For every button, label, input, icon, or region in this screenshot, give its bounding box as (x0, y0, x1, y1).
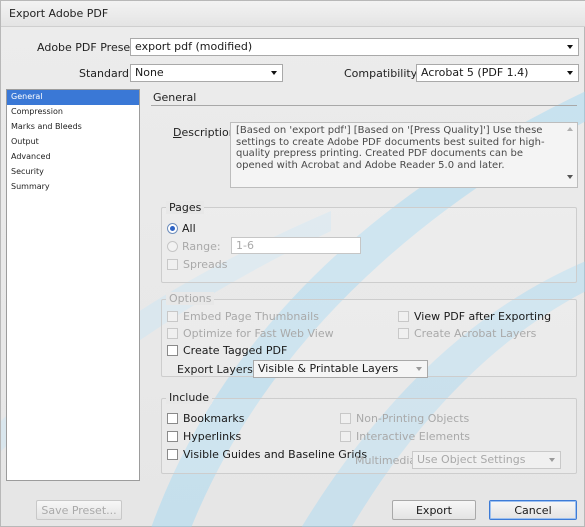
optimize-web-checkbox[interactable] (167, 328, 178, 339)
range-input[interactable]: 1-6 (231, 237, 361, 254)
interactive-checkbox[interactable] (340, 431, 351, 442)
export-button[interactable]: Export (392, 500, 476, 520)
radio-all[interactable] (167, 223, 178, 234)
bookmarks-label: Bookmarks (183, 412, 245, 425)
compatibility-label: Compatibility: (344, 67, 421, 80)
multimedia-label: Multimedia: (355, 454, 420, 467)
include-title: Include (166, 391, 213, 404)
optimize-web-label: Optimize for Fast Web View (183, 327, 334, 340)
sidebar-item-output[interactable]: Output (7, 135, 139, 150)
preset-dropdown[interactable]: export pdf (modified) (130, 38, 579, 56)
standard-dropdown[interactable]: None (130, 64, 283, 82)
pages-title: Pages (166, 201, 205, 214)
hyperlinks-label: Hyperlinks (183, 430, 242, 443)
sidebar-item-advanced[interactable]: Advanced (7, 150, 139, 165)
chevron-down-icon (567, 71, 573, 75)
window-title: Export Adobe PDF (9, 7, 109, 20)
create-layers-label: Create Acrobat Layers (414, 327, 537, 340)
create-tagged-checkbox[interactable] (167, 345, 178, 356)
chevron-down-icon (416, 367, 422, 371)
create-tagged-label: Create Tagged PDF (183, 344, 288, 357)
scroll-down-icon[interactable] (567, 175, 573, 179)
range-value: 1-6 (236, 239, 254, 252)
spreads-label: Spreads (183, 258, 228, 271)
pages-range-option[interactable]: Range: (167, 240, 221, 253)
hyperlinks-option[interactable]: Hyperlinks (167, 430, 241, 443)
export-pdf-dialog: Export Adobe PDF Adobe PDF Preset: expor… (0, 0, 585, 527)
sidebar-item-compression[interactable]: Compression (7, 105, 139, 120)
bookmarks-checkbox[interactable] (167, 413, 178, 424)
pages-all-label: All (182, 222, 196, 235)
create-tagged-option[interactable]: Create Tagged PDF (167, 344, 287, 357)
title-bar: Export Adobe PDF (1, 1, 585, 27)
sidebar-item-marks-and-bleeds[interactable]: Marks and Bleeds (7, 120, 139, 135)
export-layers-dropdown[interactable]: Visible & Printable Layers (253, 360, 428, 378)
preset-value: export pdf (modified) (135, 40, 253, 53)
compatibility-value: Acrobat 5 (PDF 1.4) (421, 66, 529, 79)
view-after-label: View PDF after Exporting (414, 310, 552, 323)
options-title: Options (166, 292, 215, 305)
section-title: General (153, 91, 197, 104)
embed-thumbnails-checkbox[interactable] (167, 311, 178, 322)
pages-all-option[interactable]: All (167, 222, 196, 235)
save-preset-button[interactable]: Save Preset... (36, 500, 122, 520)
non-printing-checkbox[interactable] (340, 413, 351, 424)
sidebar-item-security[interactable]: Security (7, 165, 139, 180)
view-after-option[interactable]: View PDF after Exporting (398, 310, 551, 323)
sidebar-item-summary[interactable]: Summary (7, 180, 139, 195)
chevron-down-icon (271, 71, 277, 75)
interactive-option[interactable]: Interactive Elements (340, 430, 470, 443)
create-layers-option[interactable]: Create Acrobat Layers (398, 327, 536, 340)
hyperlinks-checkbox[interactable] (167, 431, 178, 442)
embed-thumbnails-label: Embed Page Thumbnails (183, 310, 319, 323)
non-printing-option[interactable]: Non-Printing Objects (340, 412, 469, 425)
preset-label: Adobe PDF Preset: (37, 41, 139, 54)
category-list: General Compression Marks and Bleeds Out… (6, 89, 140, 481)
bookmarks-option[interactable]: Bookmarks (167, 412, 244, 425)
view-after-checkbox[interactable] (398, 311, 409, 322)
export-layers-label: Export Layers: (177, 363, 257, 376)
compatibility-dropdown[interactable]: Acrobat 5 (PDF 1.4) (416, 64, 579, 82)
section-divider (151, 105, 577, 106)
multimedia-value: Use Object Settings (417, 453, 526, 466)
scroll-up-icon[interactable] (567, 127, 573, 131)
chevron-down-icon (567, 45, 573, 49)
create-layers-checkbox[interactable] (398, 328, 409, 339)
embed-thumbnails-option[interactable]: Embed Page Thumbnails (167, 310, 319, 323)
radio-range[interactable] (167, 241, 178, 252)
spreads-option[interactable]: Spreads (167, 258, 227, 271)
visible-guides-checkbox[interactable] (167, 449, 178, 460)
cancel-button[interactable]: Cancel (489, 500, 577, 520)
interactive-label: Interactive Elements (356, 430, 471, 443)
visible-guides-option[interactable]: Visible Guides and Baseline Grids (167, 448, 367, 461)
visible-guides-label: Visible Guides and Baseline Grids (183, 448, 368, 461)
export-layers-value: Visible & Printable Layers (258, 362, 399, 375)
spreads-checkbox[interactable] (167, 259, 178, 270)
standard-label: Standard: (79, 67, 133, 80)
description-content: [Based on 'export pdf'] [Based on '[Pres… (236, 125, 545, 171)
multimedia-dropdown[interactable]: Use Object Settings (412, 451, 561, 469)
pages-range-label: Range: (182, 240, 221, 253)
chevron-down-icon (549, 458, 555, 462)
sidebar-item-general[interactable]: General (7, 90, 139, 105)
pages-group (161, 207, 577, 283)
description-text: [Based on 'export pdf'] [Based on '[Pres… (230, 122, 578, 188)
optimize-web-option[interactable]: Optimize for Fast Web View (167, 327, 334, 340)
non-printing-label: Non-Printing Objects (356, 412, 470, 425)
standard-value: None (135, 66, 164, 79)
